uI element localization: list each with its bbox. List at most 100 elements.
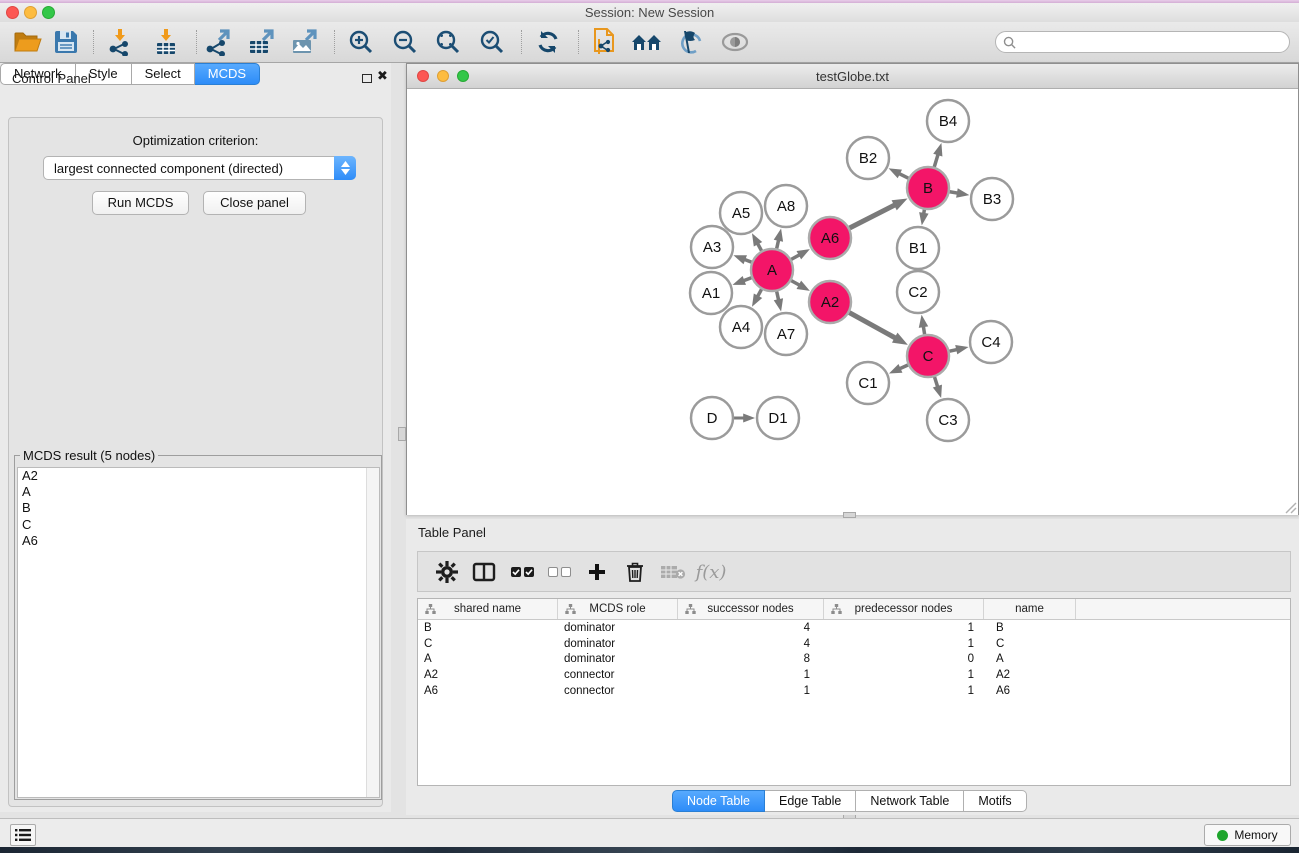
- home-button[interactable]: [629, 26, 665, 58]
- network-minimize-button[interactable]: [437, 70, 449, 82]
- export-network-button[interactable]: [200, 26, 236, 58]
- graph-arrowhead: [919, 315, 928, 328]
- import-table-button[interactable]: [148, 26, 184, 58]
- window-zoom-button[interactable]: [42, 6, 55, 19]
- network-zoom-button[interactable]: [457, 70, 469, 82]
- graph-arrowhead: [733, 255, 746, 264]
- table-cell-shared_name: C: [418, 638, 558, 650]
- column-header-predecessor-nodes[interactable]: predecessor nodes: [824, 599, 984, 619]
- export-image-button[interactable]: [286, 26, 322, 58]
- add-column-button[interactable]: [580, 557, 614, 587]
- table-cell-name: C: [984, 638, 1076, 650]
- result-list-item[interactable]: C: [18, 517, 379, 533]
- table-row[interactable]: Bdominator41B: [418, 620, 1290, 636]
- deselect-all-button[interactable]: [542, 557, 576, 587]
- delete-column-button[interactable]: [618, 557, 652, 587]
- table-cell-shared_name: A2: [418, 669, 558, 681]
- close-panel-button[interactable]: Close panel: [203, 191, 306, 215]
- tab-motifs[interactable]: Motifs: [964, 790, 1026, 812]
- splitter-handle-horizontal[interactable]: [843, 512, 856, 518]
- graph-arrowhead: [752, 293, 762, 306]
- run-mcds-button[interactable]: Run MCDS: [92, 191, 189, 215]
- save-session-button[interactable]: [48, 26, 84, 58]
- table-row[interactable]: Adominator80A: [418, 651, 1290, 667]
- show-hide-button[interactable]: [717, 26, 753, 58]
- graph-node-label: C: [923, 348, 934, 365]
- memory-button[interactable]: Memory: [1204, 824, 1291, 846]
- close-panel-icon[interactable]: ✖: [377, 68, 388, 84]
- tab-node-table[interactable]: Node Table: [672, 790, 765, 812]
- graph-arrowhead: [774, 228, 783, 241]
- mcds-result-list[interactable]: A2ABCA6: [17, 467, 380, 798]
- memory-status-icon: [1217, 830, 1228, 841]
- function-builder-button[interactable]: f(x): [694, 557, 728, 587]
- table-cell-mcds_role: dominator: [558, 638, 678, 650]
- tab-edge-table[interactable]: Edge Table: [765, 790, 856, 812]
- graph-node-label: A7: [777, 326, 795, 343]
- control-panel: Control Panel ✖ Network Style Select MCD…: [0, 63, 391, 812]
- task-history-button[interactable]: [10, 824, 36, 846]
- column-header-name[interactable]: name: [984, 599, 1076, 619]
- window-minimize-button[interactable]: [24, 6, 37, 19]
- graphics-details-button[interactable]: [672, 26, 708, 58]
- table-cell-successor_nodes: 8: [678, 653, 824, 665]
- table-row[interactable]: A2connector11A2: [418, 667, 1290, 683]
- table-header-row: shared name MCDS role successor nodes pr…: [418, 599, 1290, 620]
- table-settings-button[interactable]: [430, 557, 464, 587]
- show-column-button[interactable]: [467, 557, 501, 587]
- search-input[interactable]: [1020, 35, 1270, 49]
- zoom-selected-button[interactable]: [474, 26, 510, 58]
- network-window-titlebar: testGlobe.txt: [407, 64, 1298, 89]
- dropdown-stepper-icon: [334, 156, 356, 180]
- search-field[interactable]: [995, 31, 1290, 53]
- result-list-item[interactable]: B: [18, 500, 379, 516]
- column-header-successor-nodes[interactable]: successor nodes: [678, 599, 824, 619]
- table-cell-predecessor_nodes: 0: [824, 653, 984, 665]
- criterion-dropdown[interactable]: largest connected component (directed): [43, 156, 356, 180]
- column-header-shared-name[interactable]: shared name: [418, 599, 558, 619]
- table-cell-predecessor_nodes: 1: [824, 669, 984, 681]
- select-all-button[interactable]: [505, 557, 539, 587]
- open-session-button[interactable]: [10, 26, 46, 58]
- graph-node-label: B1: [909, 240, 927, 257]
- plus-icon: [587, 562, 607, 582]
- table-row[interactable]: A6connector11A6: [418, 683, 1290, 699]
- network-close-button[interactable]: [417, 70, 429, 82]
- columns-icon: [472, 562, 496, 582]
- graph-arrowhead: [956, 188, 969, 197]
- graph-edge-A6-B: [850, 204, 896, 228]
- graph-edge-B-B4: [934, 153, 938, 167]
- tab-network-table[interactable]: Network Table: [856, 790, 964, 812]
- zoom-out-button[interactable]: [387, 26, 423, 58]
- tab-mcds[interactable]: MCDS: [195, 63, 260, 85]
- zoom-fit-button[interactable]: [430, 26, 466, 58]
- export-table-button[interactable]: [243, 26, 279, 58]
- table-cell-shared_name: A6: [418, 685, 558, 697]
- result-list-item[interactable]: A6: [18, 533, 379, 549]
- graph-arrowhead: [797, 249, 810, 259]
- table-cell-shared_name: A: [418, 653, 558, 665]
- tab-select[interactable]: Select: [132, 63, 195, 85]
- network-canvas[interactable]: B4B2BB3A8A5A6A3B1AC2A1A2A4A7C4CC1C3DD1: [407, 90, 1298, 515]
- result-list-item[interactable]: A2: [18, 468, 379, 484]
- table-panel-title: Table Panel: [418, 525, 486, 540]
- import-network-icon: [106, 28, 134, 56]
- window-close-button[interactable]: [6, 6, 19, 19]
- import-network-button[interactable]: [102, 26, 138, 58]
- column-header-mcds-role[interactable]: MCDS role: [558, 599, 678, 619]
- zoom-selected-icon: [478, 28, 506, 56]
- zoom-in-icon: [347, 28, 375, 56]
- search-icon: [1003, 36, 1016, 49]
- table-row[interactable]: Cdominator41C: [418, 636, 1290, 652]
- refresh-view-button[interactable]: [530, 26, 566, 58]
- zoom-in-button[interactable]: [343, 26, 379, 58]
- result-list-item[interactable]: A: [18, 484, 379, 500]
- splitter-handle-vertical[interactable]: [398, 427, 406, 441]
- delete-table-button[interactable]: [656, 557, 690, 587]
- resize-grip-icon[interactable]: [1283, 500, 1297, 514]
- float-panel-icon[interactable]: [362, 74, 372, 83]
- hierarchy-icon: [685, 604, 696, 614]
- result-scrollbar[interactable]: [366, 468, 379, 797]
- graph-arrowhead: [889, 364, 902, 374]
- network-from-file-button[interactable]: [587, 26, 623, 58]
